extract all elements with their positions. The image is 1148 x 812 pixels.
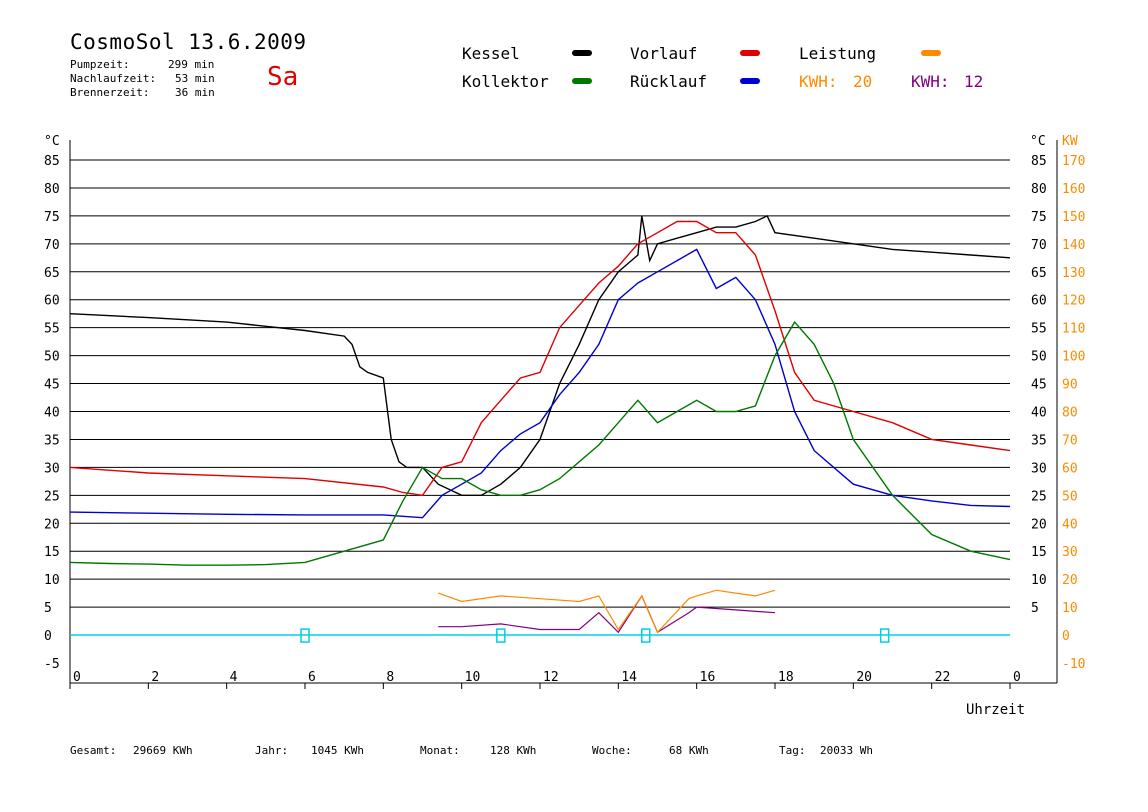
x-tick-label: 0 xyxy=(73,670,81,685)
y-tick-label: 80 xyxy=(44,182,60,197)
y-right-tick-label: 25 xyxy=(1031,489,1047,504)
y-tick-label: 25 xyxy=(44,489,60,504)
total-label-1: Jahr: xyxy=(255,744,289,757)
series-kollektor xyxy=(69,320,1011,566)
y2-tick-label: 170 xyxy=(1062,154,1085,169)
x-tick-label: 20 xyxy=(856,670,872,685)
y2-tick-label: 60 xyxy=(1062,461,1078,476)
y2-tick-label: 100 xyxy=(1062,350,1085,365)
y-tick-label: 75 xyxy=(44,210,60,225)
y-tick-label: 70 xyxy=(44,238,60,253)
x-tick-label: 16 xyxy=(700,670,716,685)
y-right-tick-label: 80 xyxy=(1031,182,1047,197)
x-tick-label: 2 xyxy=(151,670,159,685)
y2-tick-label: 10 xyxy=(1062,601,1078,616)
x-tick-label: 14 xyxy=(621,670,637,685)
total-value-1: 1045 KWh xyxy=(311,744,364,757)
y2-tick-label: 130 xyxy=(1062,266,1085,281)
total-label-2: Monat: xyxy=(420,744,460,757)
y2-tick-label: 80 xyxy=(1062,406,1078,421)
y-unit-left: °C xyxy=(44,134,60,149)
y-tick-label: 20 xyxy=(44,517,60,532)
chart-svg: -505101520253035404550556065707580855101… xyxy=(44,134,1085,718)
y-right-tick-label: 30 xyxy=(1031,461,1047,476)
y2-tick-label: 120 xyxy=(1062,294,1085,309)
y-right-tick-label: 45 xyxy=(1031,378,1047,393)
y-right-tick-label: 40 xyxy=(1031,406,1047,421)
y-tick-label: 40 xyxy=(44,406,60,421)
y-tick-label: 45 xyxy=(44,378,60,393)
y-right-tick-label: 35 xyxy=(1031,433,1047,448)
total-label-4: Tag: xyxy=(779,744,806,757)
series-vorlauf xyxy=(69,220,1011,497)
x-axis-label: Uhrzeit xyxy=(966,702,1025,718)
x-tick-label: 12 xyxy=(543,670,559,685)
y2-tick-label: 30 xyxy=(1062,545,1078,560)
y-tick-label: 30 xyxy=(44,461,60,476)
y-right-tick-label: 70 xyxy=(1031,238,1047,253)
y2-tick-label: 150 xyxy=(1062,210,1085,225)
x-tick-label: 6 xyxy=(308,670,316,685)
x-tick-label: 4 xyxy=(230,670,238,685)
y2-tick-label: 160 xyxy=(1062,182,1085,197)
total-label-0: Gesamt: xyxy=(70,744,117,757)
y2-tick-label: 110 xyxy=(1062,322,1085,337)
y-tick-label: 85 xyxy=(44,154,60,169)
x-tick-label: 8 xyxy=(386,670,394,685)
y-tick-label: 65 xyxy=(44,266,60,281)
y2-tick-label: 140 xyxy=(1062,238,1085,253)
series-leistung xyxy=(437,589,776,634)
y2-tick-label: 90 xyxy=(1062,378,1078,393)
x-tick-label: 0 xyxy=(1013,670,1021,685)
y-tick-label: 50 xyxy=(44,350,60,365)
y2-tick-label: 40 xyxy=(1062,517,1078,532)
y2-tick-label: 70 xyxy=(1062,433,1078,448)
series-layer xyxy=(69,214,1011,643)
y-tick-label: 60 xyxy=(44,294,60,309)
series-kwh2 xyxy=(438,594,776,634)
total-label-3: Woche: xyxy=(592,744,632,757)
y-right-tick-label: 15 xyxy=(1031,545,1047,560)
x-tick-label: 18 xyxy=(778,670,794,685)
y2-tick-label: 50 xyxy=(1062,489,1078,504)
y-right-tick-label: 65 xyxy=(1031,266,1047,281)
y-tick-label: -5 xyxy=(44,657,60,672)
y-tick-label: 0 xyxy=(44,629,52,644)
y-tick-label: 15 xyxy=(44,545,60,560)
y-right-tick-label: 20 xyxy=(1031,517,1047,532)
total-value-0: 29669 KWh xyxy=(133,744,193,757)
y-right-tick-label: 5 xyxy=(1031,601,1039,616)
y2-tick-label: 20 xyxy=(1062,573,1078,588)
y-tick-label: 5 xyxy=(44,601,52,616)
total-value-3: 68 KWh xyxy=(669,744,709,757)
y2-tick-label: -10 xyxy=(1062,657,1085,672)
y-tick-label: 10 xyxy=(44,573,60,588)
y-right-tick-label: 50 xyxy=(1031,350,1047,365)
grid-layer xyxy=(70,159,1010,636)
total-value-4: 20033 Wh xyxy=(820,744,873,757)
y2-unit: KW xyxy=(1062,134,1078,149)
y-unit-right: °C xyxy=(1030,134,1046,149)
y-tick-label: 35 xyxy=(44,433,60,448)
y-right-tick-label: 55 xyxy=(1031,322,1047,337)
total-value-2: 128 KWh xyxy=(490,744,537,757)
y-right-tick-label: 85 xyxy=(1031,154,1047,169)
x-tick-label: 10 xyxy=(465,670,481,685)
y2-tick-label: 0 xyxy=(1062,629,1070,644)
y-right-tick-label: 10 xyxy=(1031,573,1047,588)
y-right-tick-label: 75 xyxy=(1031,210,1047,225)
y-right-tick-label: 60 xyxy=(1031,294,1047,309)
y-tick-label: 55 xyxy=(44,322,60,337)
x-tick-label: 22 xyxy=(935,670,951,685)
